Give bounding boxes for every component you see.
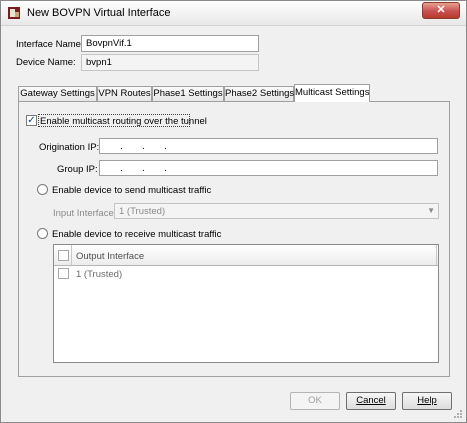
- tab-vpn-routes[interactable]: VPN Routes: [97, 86, 152, 101]
- group-ip-field[interactable]: . . .: [99, 160, 438, 176]
- title-bar[interactable]: New BOVPN Virtual Interface ✕: [1, 1, 466, 26]
- close-icon: ✕: [436, 4, 446, 16]
- send-multicast-radio[interactable]: [37, 184, 48, 195]
- send-multicast-label[interactable]: Enable device to send multicast traffic: [52, 185, 211, 196]
- output-interface-header: Output Interface: [76, 251, 145, 262]
- ip-separator: .: [120, 163, 123, 174]
- table-row[interactable]: 1 (Trusted): [54, 266, 438, 282]
- row-checkbox[interactable]: [58, 268, 69, 279]
- tab-phase1-settings[interactable]: Phase1 Settings: [152, 86, 224, 101]
- ip-separator: .: [142, 163, 145, 174]
- ok-button[interactable]: OK: [290, 392, 340, 410]
- tab-phase2-settings[interactable]: Phase2 Settings: [224, 86, 294, 101]
- close-button[interactable]: ✕: [422, 2, 460, 19]
- origination-ip-field[interactable]: . . .: [99, 138, 438, 154]
- checkmark-icon: ✓: [27, 115, 36, 126]
- receive-multicast-label[interactable]: Enable device to receive multicast traff…: [52, 229, 221, 240]
- row-label: 1 (Trusted): [76, 269, 123, 280]
- ip-separator: .: [164, 163, 167, 174]
- receive-multicast-radio[interactable]: [37, 228, 48, 239]
- cancel-button[interactable]: Cancel: [346, 392, 396, 410]
- interface-name-label: Interface Name:: [16, 39, 84, 50]
- select-all-checkbox[interactable]: [58, 250, 69, 261]
- tab-multicast-settings[interactable]: Multicast Settings: [294, 84, 370, 102]
- output-interface-table: Output Interface 1 (Trusted): [53, 244, 439, 363]
- interface-name-field[interactable]: [81, 35, 259, 52]
- ip-separator: .: [120, 141, 123, 152]
- ip-separator: .: [142, 141, 145, 152]
- chevron-down-icon: ▼: [427, 206, 435, 215]
- table-header: Output Interface: [54, 245, 438, 266]
- enable-multicast-label[interactable]: Enable multicast routing over the tunnel: [40, 116, 207, 127]
- origination-ip-label: Origination IP:: [39, 142, 100, 153]
- device-name-label: Device Name:: [16, 57, 76, 68]
- input-interface-select: 1 (Trusted) ▼: [114, 203, 439, 219]
- device-name-field: bvpn1: [81, 54, 259, 71]
- window-title: New BOVPN Virtual Interface: [27, 7, 171, 19]
- enable-multicast-checkbox[interactable]: ✓: [26, 115, 37, 126]
- resize-grip-icon[interactable]: [453, 409, 463, 419]
- dialog-window: New BOVPN Virtual Interface ✕ Interface …: [0, 0, 467, 423]
- tab-gateway-settings[interactable]: Gateway Settings: [18, 86, 97, 101]
- ip-separator: .: [164, 141, 167, 152]
- help-button[interactable]: Help: [402, 392, 452, 410]
- group-ip-label: Group IP:: [57, 164, 98, 175]
- app-icon: [8, 7, 20, 19]
- input-interface-label: Input Interface:: [53, 208, 117, 219]
